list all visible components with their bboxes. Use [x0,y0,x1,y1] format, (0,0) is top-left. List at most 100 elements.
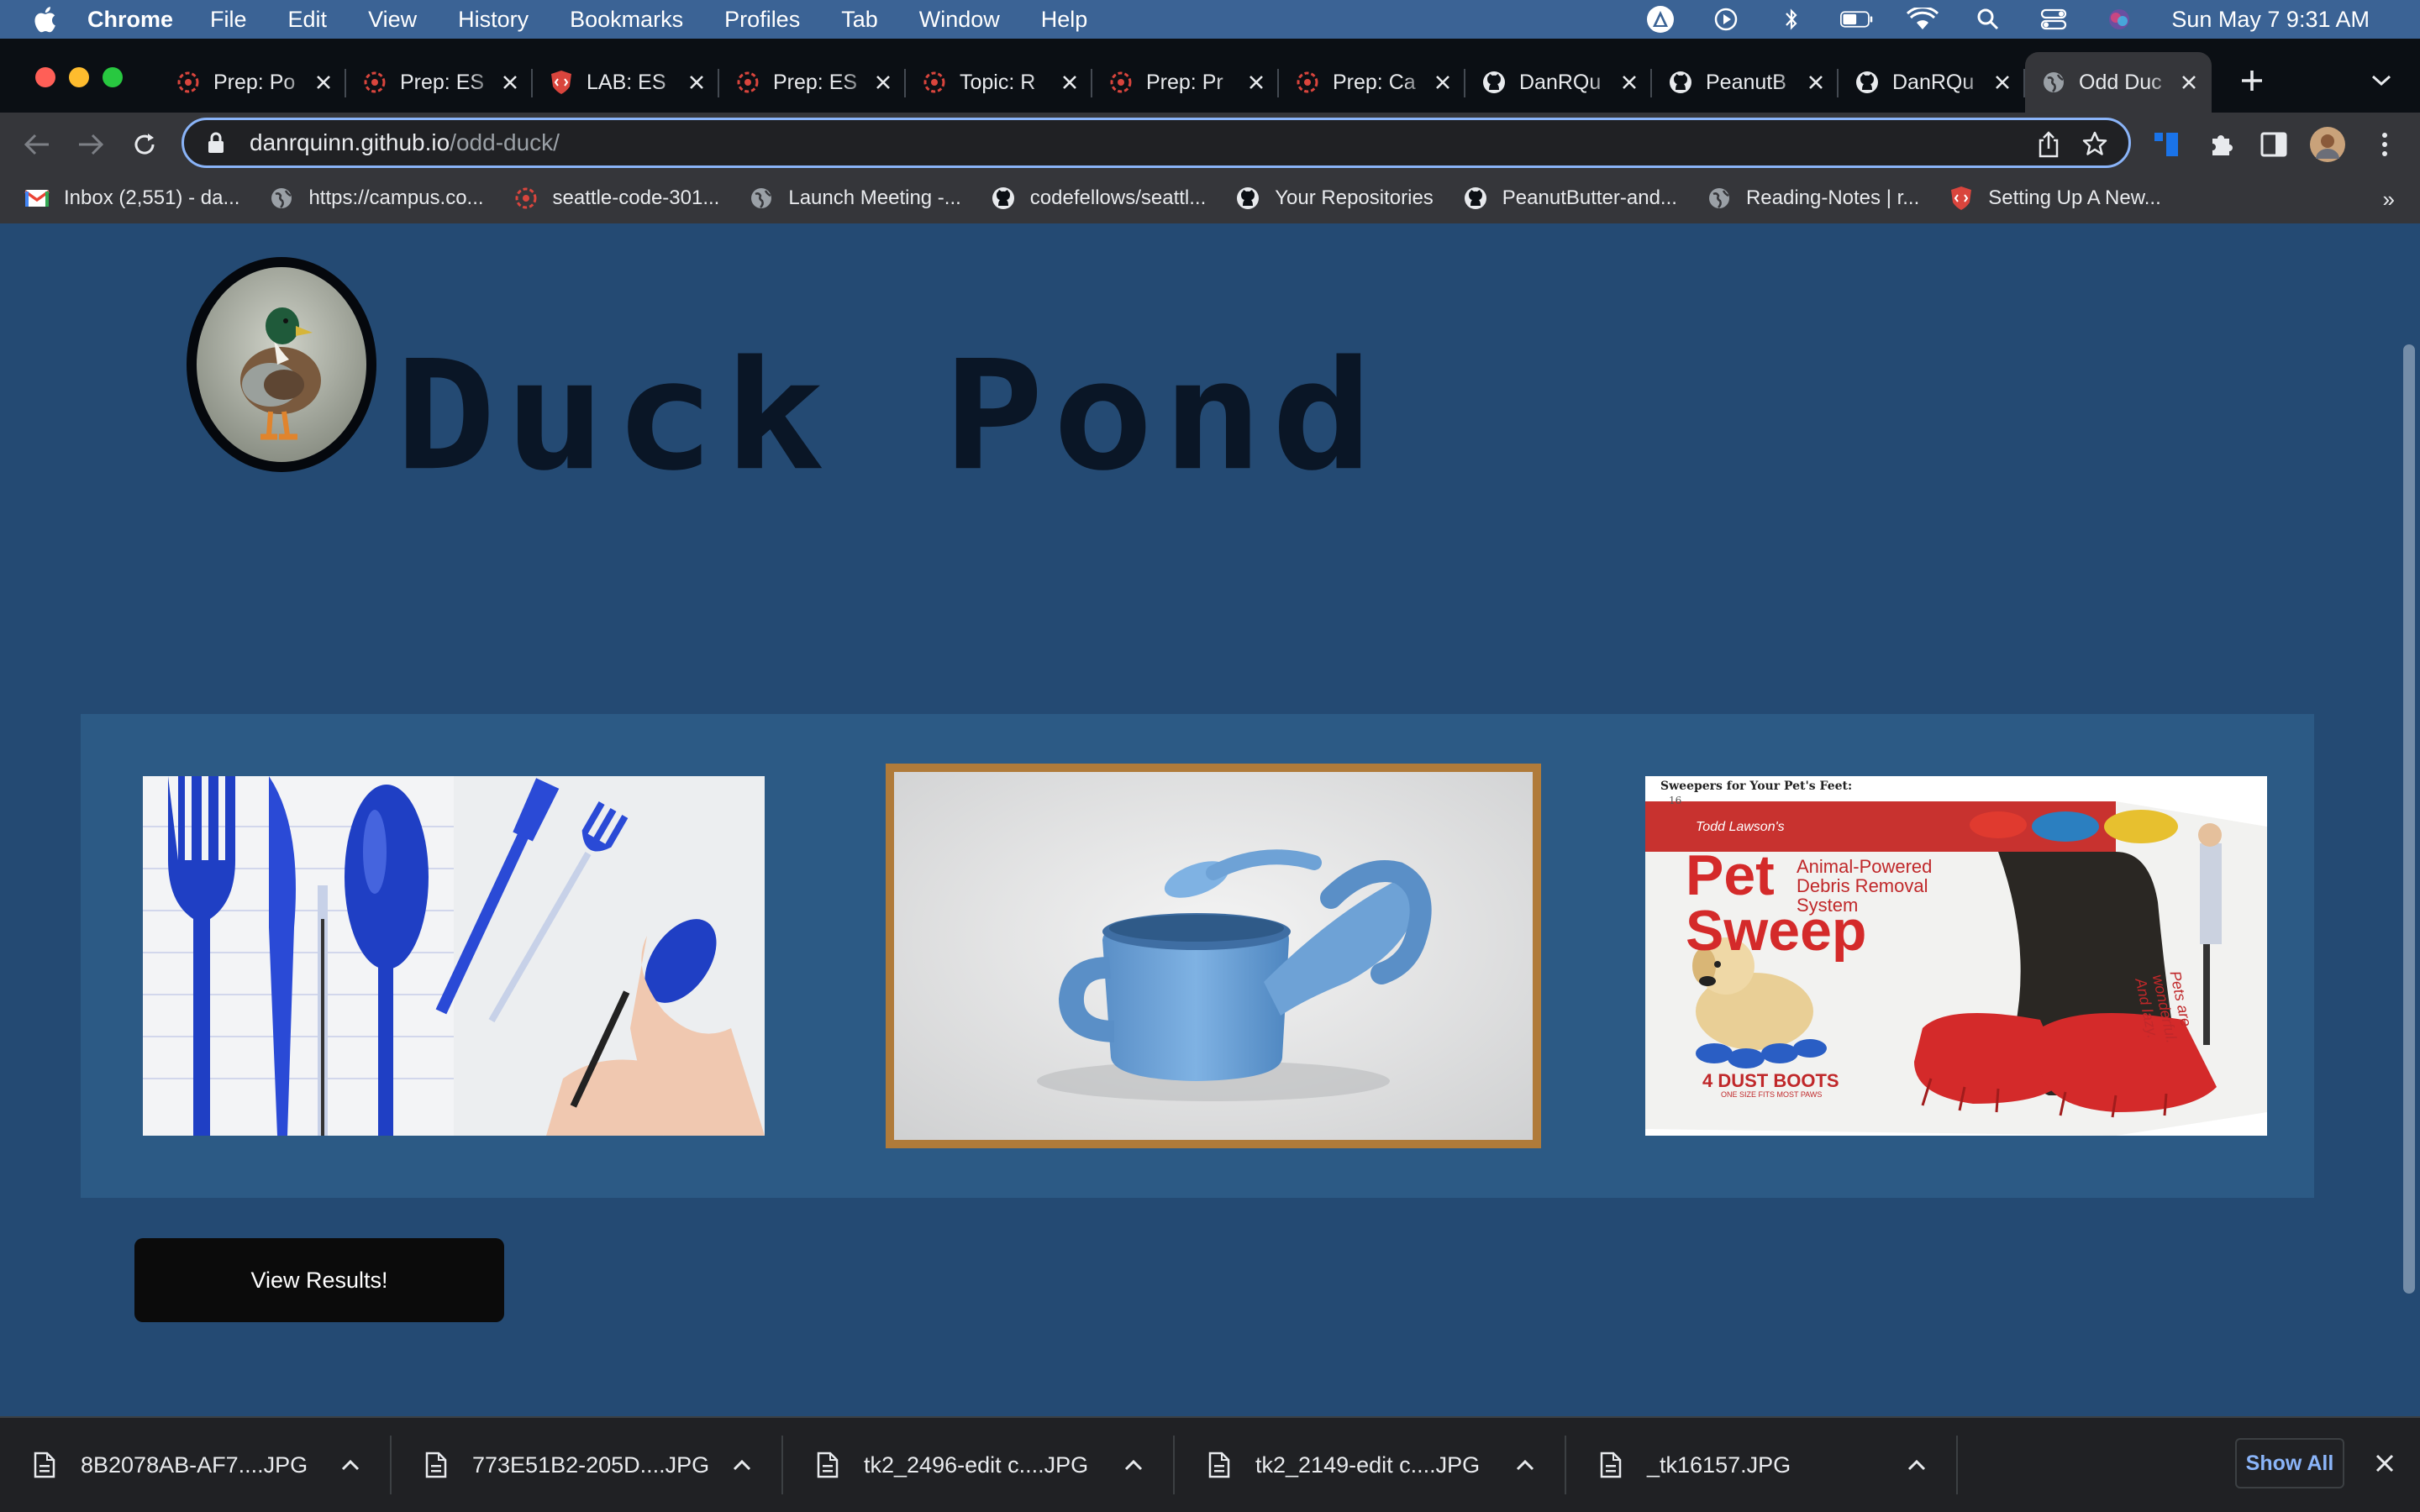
browser-tab[interactable]: Topic: R [906,52,1092,113]
menu-help[interactable]: Help [1041,7,1088,33]
address-bar[interactable]: danrquinn.github.io/odd-duck/ [182,118,2131,168]
github-icon [1667,69,1694,96]
menu-tab[interactable]: Tab [841,7,878,33]
pet-sweep-boots-sub: ONE SIZE FITS MOST PAWS [1721,1090,1823,1099]
reload-icon[interactable] [128,128,161,161]
menu-history[interactable]: History [458,7,529,33]
download-item[interactable]: tk2_2149-edit c....JPG [1175,1427,1566,1503]
side-panel-icon[interactable] [2255,126,2292,163]
chevron-up-icon[interactable] [338,1459,363,1471]
apple-logo-icon[interactable] [32,5,57,34]
product-image-pen-cutlery[interactable] [143,776,765,1136]
chevron-up-icon[interactable] [1121,1459,1146,1471]
bookmark-item[interactable]: codefellows/seattl... [990,185,1206,212]
download-item[interactable]: 8B2078AB-AF7....JPG [0,1427,392,1503]
tab-close-icon[interactable] [1805,71,1827,93]
forward-arrow-icon[interactable] [74,128,108,161]
chrome-menu-kebab-icon[interactable] [2366,126,2403,163]
tab-close-icon[interactable] [872,71,894,93]
spotlight-search-icon[interactable] [1971,7,2005,32]
lock-icon[interactable] [206,131,226,155]
tab-close-icon[interactable] [1618,71,1640,93]
bookmark-item[interactable]: Reading-Notes | r... [1706,185,1919,212]
menu-app-chrome[interactable]: Chrome [87,7,173,33]
duck-logo-avatar[interactable] [187,257,376,472]
browser-tab[interactable]: Prep: Pr [1092,52,1279,113]
codefellows-icon [175,69,202,96]
browser-tab[interactable]: Prep: Ca [1279,52,1465,113]
macos-menu-bar: Chrome File Edit View History Bookmarks … [0,0,2420,39]
bookmark-star-icon[interactable] [2081,130,2108,161]
globe-icon [1706,185,1733,212]
bookmark-label: Reading-Notes | r... [1745,186,1920,209]
chevron-up-icon[interactable] [1512,1459,1538,1471]
codefellows-icon [921,69,948,96]
tab-close-icon[interactable] [499,71,521,93]
product-image-pet-sweep[interactable]: Sweepers for Your Pet's Feet: 16 Todd La… [1645,776,2267,1136]
github-icon [1854,69,1881,96]
tab-close-icon[interactable] [2178,71,2200,93]
browser-tab[interactable]: Prep: ES [346,52,533,113]
downloads-show-all-button[interactable]: Show All [2235,1438,2344,1488]
window-close-button[interactable] [35,67,55,87]
file-icon [425,1452,447,1478]
browser-tab[interactable]: DanRQu [1839,52,2025,113]
play-circle-icon[interactable] [1709,7,1743,32]
menu-bar-clock[interactable]: Sun May 7 9:31 AM [2171,7,2370,33]
globe-icon [748,185,775,212]
browser-tab[interactable]: DanRQu [1465,52,1652,113]
window-zoom-button[interactable] [103,67,123,87]
browser-tab[interactable]: LAB: ES [533,52,719,113]
view-results-button[interactable]: View Results! [134,1238,504,1322]
menu-view[interactable]: View [368,7,417,33]
battery-icon[interactable] [1840,7,1874,32]
menu-bookmarks[interactable]: Bookmarks [570,7,683,33]
control-center-icon[interactable] [2037,7,2070,32]
download-item[interactable]: _tk16157.JPG [1566,1427,1958,1503]
browser-tab[interactable]: PeanutB [1652,52,1839,113]
extensions-puzzle-icon[interactable] [2203,126,2240,163]
menu-window[interactable]: Window [919,7,1000,33]
bookmark-item[interactable]: PeanutButter-and... [1462,185,1677,212]
downloads-close-icon[interactable] [2370,1448,2400,1478]
menu-edit[interactable]: Edit [288,7,328,33]
tab-close-icon[interactable] [1059,71,1081,93]
profile-avatar[interactable] [2309,126,2346,163]
tab-manager-extension-icon[interactable] [2149,126,2186,163]
tab-search-chevron-down-icon[interactable] [2368,67,2395,94]
back-arrow-icon[interactable] [20,128,54,161]
browser-tab[interactable]: Prep: ES [719,52,906,113]
tab-close-icon[interactable] [1432,71,1454,93]
wifi-icon[interactable] [1906,7,1939,32]
bluetooth-icon[interactable] [1775,7,1808,32]
page-scrollbar-thumb[interactable] [2403,344,2415,1294]
bookmark-item[interactable]: Launch Meeting -... [748,185,961,212]
window-minimize-button[interactable] [69,67,89,87]
github-icon [1481,69,1507,96]
tab-close-icon[interactable] [686,71,708,93]
bookmark-item[interactable]: Setting Up A New... [1948,185,2161,212]
tab-close-icon[interactable] [313,71,334,93]
tab-close-icon[interactable] [1245,71,1267,93]
url-text[interactable]: danrquinn.github.io/odd-duck/ [250,129,560,156]
bookmark-item[interactable]: https://campus.co... [268,185,484,212]
browser-tab[interactable]: Prep: Po [160,52,346,113]
bookmark-item[interactable]: Inbox (2,551) - da... [24,185,239,212]
chevron-up-icon[interactable] [729,1459,755,1471]
bookmark-item[interactable]: Your Repositories [1234,185,1434,212]
menu-profiles[interactable]: Profiles [724,7,800,33]
browser-tab[interactable]: Odd Duc [2025,52,2212,113]
product-image-watering-can[interactable] [886,764,1541,1148]
siri-icon[interactable] [2102,7,2136,32]
bookmarks-overflow-chevron-icon[interactable]: » [2383,186,2395,213]
bookmark-item[interactable]: seattle-code-301... [513,185,719,212]
new-tab-plus-icon[interactable] [2235,64,2269,97]
download-item[interactable]: 773E51B2-205D....JPG [392,1427,783,1503]
chevron-up-icon[interactable] [1904,1459,1929,1471]
pet-sweep-boots: 4 DUST BOOTS [1702,1070,1839,1091]
share-icon[interactable] [2036,130,2061,163]
download-item[interactable]: tk2_2496-edit c....JPG [783,1427,1175,1503]
vpn-icon[interactable] [1644,6,1677,33]
menu-file[interactable]: File [210,7,247,33]
tab-close-icon[interactable] [1991,71,2013,93]
